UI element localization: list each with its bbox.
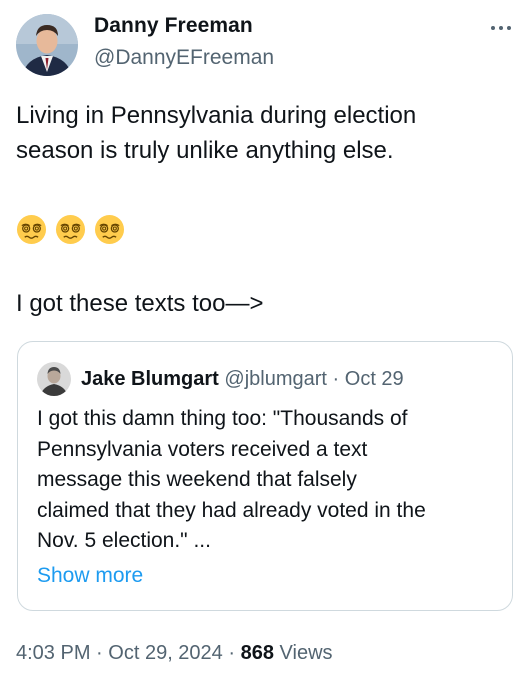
quoted-author-handle[interactable]: @jblumgart: [224, 368, 327, 390]
profile-photo-avatar: [16, 14, 78, 76]
quoted-author-avatar[interactable]: [37, 362, 71, 396]
separator-dot: ·: [96, 642, 103, 664]
quoted-tweet-date[interactable]: Oct 29: [345, 368, 404, 390]
author-name[interactable]: Danny Freeman: [94, 14, 253, 38]
tweet: Danny Freeman @DannyEFreeman Living in P…: [0, 0, 530, 680]
quoted-tweet-header: Jake Blumgart @jblumgart · Oct 29: [81, 368, 404, 391]
author-avatar[interactable]: [16, 14, 78, 76]
face-with-spiral-eyes-icon: [94, 214, 125, 245]
quoted-text-line: Nov. 5 election." ...: [37, 529, 211, 552]
show-more-link[interactable]: Show more: [37, 564, 143, 588]
face-with-spiral-eyes-icon: [16, 214, 47, 245]
emoji-row: [16, 214, 125, 248]
more-options-icon[interactable]: [484, 18, 518, 38]
quoted-author-name[interactable]: Jake Blumgart: [81, 368, 219, 390]
views-count[interactable]: 868: [241, 642, 274, 664]
tweet-text-line: Living in Pennsylvania during election: [16, 102, 417, 129]
quoted-text-line: message this weekend that falsely: [37, 468, 357, 491]
separator-dot: ·: [332, 368, 340, 390]
quoted-text-line: claimed that they had already voted in t…: [37, 498, 426, 522]
face-with-spiral-eyes-icon: [55, 214, 86, 245]
author-handle[interactable]: @DannyEFreeman: [94, 46, 274, 70]
separator-dot: ·: [228, 642, 236, 664]
quoted-text-line: I got this damn thing too: "Thousands of: [37, 407, 408, 430]
tweet-text-line: season is truly unlike anything else.: [16, 137, 394, 164]
tweet-text-line: I got these texts too—>: [16, 290, 264, 317]
quoted-text-line: Pennsylvania voters received a text: [37, 437, 368, 461]
tweet-metadata: 4:03 PM · Oct 29, 2024 · 868 Views: [16, 642, 333, 665]
tweet-text: Living in Pennsylvania during election s…: [16, 98, 516, 168]
quoted-tweet-card[interactable]: Jake Blumgart @jblumgart · Oct 29 I got …: [17, 341, 513, 611]
views-label[interactable]: Views: [280, 642, 333, 664]
profile-photo-avatar: [37, 362, 71, 396]
quoted-tweet-text: I got this damn thing too: "Thousands of…: [37, 404, 507, 557]
tweet-date[interactable]: Oct 29, 2024: [108, 642, 223, 664]
tweet-time[interactable]: 4:03 PM: [16, 642, 90, 664]
